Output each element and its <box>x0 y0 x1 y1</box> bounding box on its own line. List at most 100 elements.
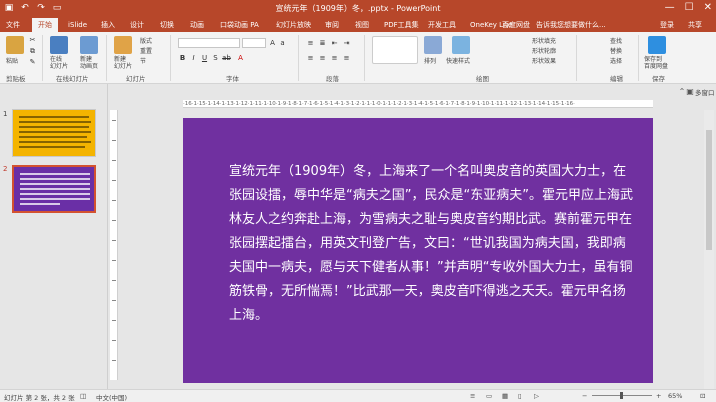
tab-islide[interactable]: iSlide <box>68 18 87 32</box>
find-button[interactable]: 查找 <box>610 36 622 45</box>
shrink-font-icon[interactable]: a <box>278 39 287 47</box>
minimize-button[interactable]: — <box>665 2 675 13</box>
slide-sorter-icon[interactable]: ▦ <box>502 392 508 400</box>
separator <box>638 35 639 81</box>
notes-icon[interactable]: ≡ <box>470 392 475 400</box>
font-group-label: 字体 <box>226 75 239 83</box>
slide-thumbnail-1[interactable] <box>12 109 96 157</box>
section-button[interactable]: 节 <box>140 56 146 65</box>
reading-view-icon[interactable]: ▯ <box>518 392 522 400</box>
slideshow-icon[interactable]: ▷ <box>534 392 539 400</box>
login-link[interactable]: 登录 <box>660 18 674 32</box>
zoom-out-icon[interactable]: − <box>582 392 587 400</box>
paste-icon[interactable] <box>6 36 24 54</box>
tell-me-search[interactable]: 告诉我您想要做什么... <box>536 18 606 32</box>
select-button[interactable]: 选择 <box>610 56 622 65</box>
shape-fill-button[interactable]: 形状填充 <box>532 36 556 45</box>
maximize-button[interactable]: ☐ <box>685 2 694 13</box>
align-right-icon[interactable]: ≡ <box>330 54 339 62</box>
clipboard-group-label: 剪贴板 <box>6 75 26 83</box>
separator <box>576 35 577 81</box>
spellcheck-icon[interactable]: ◫ <box>80 392 86 400</box>
bold-icon[interactable]: B <box>178 54 187 62</box>
separator <box>364 35 365 81</box>
tab-pocket-animation[interactable]: 口袋动画 PA <box>220 18 259 32</box>
shape-outline-button[interactable]: 形状轮廓 <box>532 46 556 55</box>
tab-review[interactable]: 审阅 <box>325 18 339 32</box>
increase-indent-icon[interactable]: ⇥ <box>342 39 351 47</box>
new-slide-icon[interactable] <box>114 36 132 54</box>
multi-window-icon[interactable]: ▣ <box>685 87 695 97</box>
tab-slideshow[interactable]: 幻灯片放映 <box>276 18 311 32</box>
slide-canvas[interactable]: 宣统元年（1909年）冬，上海来了一个名叫奥皮音的英国大力士，在张园设擂，辱中华… <box>183 118 653 383</box>
tab-transitions[interactable]: 切换 <box>160 18 174 32</box>
window-title: 宣统元年（1909年）冬，.pptx - PowerPoint <box>275 4 441 13</box>
paste-button-label[interactable]: 粘贴 <box>6 56 18 65</box>
slide-thumbnail-2[interactable] <box>12 165 96 213</box>
tab-view[interactable]: 视图 <box>355 18 369 32</box>
arrange-icon[interactable] <box>424 36 442 54</box>
tab-file[interactable]: 文件 <box>6 18 20 32</box>
quick-styles-icon[interactable] <box>452 36 470 54</box>
strikethrough-icon[interactable]: ab <box>222 54 231 62</box>
zoom-level[interactable]: 65% <box>668 392 682 400</box>
underline-icon[interactable]: U <box>200 54 209 62</box>
close-button[interactable]: ✕ <box>704 2 712 13</box>
font-color-icon[interactable]: A <box>236 54 245 62</box>
fit-slide-icon[interactable]: ⊡ <box>700 392 705 400</box>
tab-design[interactable]: 设计 <box>130 18 144 32</box>
tab-pdf-tools[interactable]: PDF工具集 <box>384 18 419 32</box>
font-size-select[interactable] <box>242 38 266 48</box>
decrease-indent-icon[interactable]: ⇤ <box>330 39 339 47</box>
scroll-thumb[interactable] <box>706 130 712 250</box>
zoom-slider-knob[interactable] <box>620 392 623 399</box>
tab-animations[interactable]: 动画 <box>190 18 204 32</box>
slides-pane: 1 2 <box>0 84 108 389</box>
reset-button[interactable]: 重置 <box>140 46 152 55</box>
tab-insert[interactable]: 插入 <box>101 18 115 32</box>
font-family-select[interactable] <box>178 38 240 48</box>
save-to-baidu-button[interactable]: 保存到 百度网盘 <box>644 56 668 70</box>
language-indicator[interactable]: 中文(中国) <box>96 392 127 402</box>
replace-button[interactable]: 替换 <box>610 46 622 55</box>
new-slide-button[interactable]: 新建 幻灯片 <box>114 56 132 70</box>
quick-styles-button[interactable]: 快速样式 <box>446 56 470 65</box>
paragraph-group-label: 段落 <box>326 75 339 83</box>
tab-home[interactable]: 开始 <box>32 18 58 32</box>
slide-body-text[interactable]: 宣统元年（1909年）冬，上海来了一个名叫奥皮音的英国大力士，在张园设擂，辱中华… <box>229 160 633 328</box>
arrange-button[interactable]: 排列 <box>424 56 436 65</box>
drawing-group-label: 绘图 <box>476 75 489 83</box>
vertical-ruler <box>110 110 118 380</box>
italic-icon[interactable]: I <box>189 54 198 62</box>
align-center-icon[interactable]: ≡ <box>318 54 327 62</box>
zoom-in-icon[interactable]: + <box>656 392 661 400</box>
new-animation-page-icon[interactable] <box>80 36 98 54</box>
online-slides-button[interactable]: 在线 幻灯片 <box>50 56 68 70</box>
copy-icon[interactable]: ⧉ <box>28 47 37 55</box>
shadow-icon[interactable]: S <box>211 54 220 62</box>
cut-icon[interactable]: ✂ <box>28 36 37 44</box>
justify-icon[interactable]: ≡ <box>342 54 351 62</box>
layout-button[interactable]: 版式 <box>140 36 152 45</box>
new-animation-page-button[interactable]: 新建 动画页 <box>80 56 98 70</box>
online-slides-icon[interactable] <box>50 36 68 54</box>
ribbon: 粘贴 ✂ ⧉ ✎ 剪贴板 在线 幻灯片 新建 动画页 在线幻灯片 新建 幻灯片 … <box>0 32 716 84</box>
status-bar: 幻灯片 第 2 张，共 2 张 ◫ 中文(中国) ≡ ▭ ▦ ▯ ▷ − + 6… <box>0 389 716 402</box>
tab-baidu-netdisk[interactable]: 百度网盘 <box>502 18 530 32</box>
format-painter-icon[interactable]: ✎ <box>28 58 37 66</box>
grow-font-icon[interactable]: A <box>268 39 277 47</box>
numbering-icon[interactable]: ≣ <box>318 39 327 47</box>
online-slides-group-label: 在线幻灯片 <box>56 75 89 83</box>
shape-effects-button[interactable]: 形状效果 <box>532 56 556 65</box>
baidu-netdisk-icon[interactable] <box>648 36 666 54</box>
shapes-gallery[interactable] <box>372 36 418 64</box>
normal-view-icon[interactable]: ▭ <box>486 392 492 400</box>
align-left-icon[interactable]: ≡ <box>306 54 315 62</box>
bullets-icon[interactable]: ≡ <box>306 39 315 47</box>
horizontal-ruler: ·16·1·15·1·14·1·13·1·12·1·11·1·10·1·9·1·… <box>183 100 653 108</box>
multi-window-label[interactable]: 多窗口 <box>695 87 715 97</box>
vertical-scrollbar[interactable] <box>704 110 714 390</box>
share-button[interactable]: 共享 <box>688 18 702 32</box>
separator <box>106 35 107 81</box>
tab-developer[interactable]: 开发工具 <box>428 18 456 32</box>
